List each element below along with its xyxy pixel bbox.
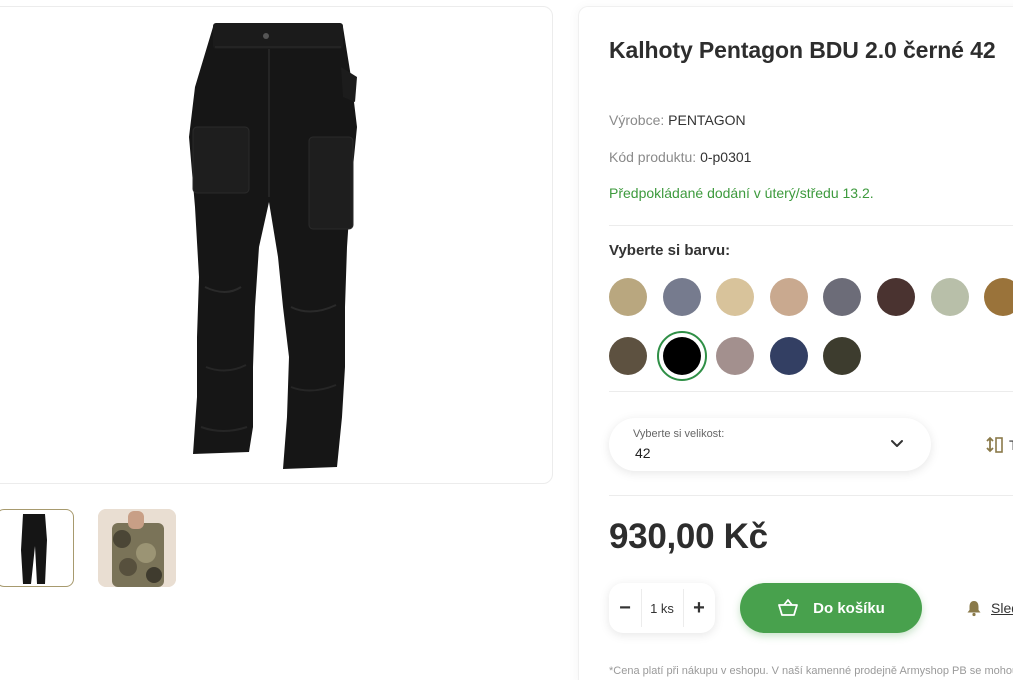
color-swatch-woodland-camo[interactable]: [609, 337, 647, 375]
thumbnail-camo-pants[interactable]: [98, 509, 176, 587]
color-swatch-tan[interactable]: [769, 278, 808, 316]
delivery-estimate: Předpokládané dodání v úterý/středu 13.2…: [609, 185, 874, 201]
color-swatch-desert-camo[interactable]: [716, 278, 755, 316]
quantity-stepper: − 1 ks +: [609, 583, 715, 633]
size-select-value: 42: [635, 445, 651, 461]
product-code-value: 0-p0301: [700, 149, 752, 165]
size-guide-link[interactable]: T: [1009, 437, 1013, 453]
manufacturer-row: Výrobce: PENTAGON: [609, 112, 746, 128]
manufacturer-label: Výrobce:: [609, 112, 665, 128]
pants-image: [189, 23, 357, 469]
divider: [609, 391, 1013, 392]
quantity-increase-button[interactable]: +: [683, 583, 715, 633]
color-swatch-multicam[interactable]: [609, 278, 647, 316]
size-select-label: Vyberte si velikost:: [633, 428, 725, 440]
product-code-label: Kód produktu:: [609, 149, 697, 165]
main-product-image[interactable]: [0, 6, 553, 484]
add-to-cart-label: Do košíku: [813, 599, 885, 617]
color-swatch-grey-blue[interactable]: [662, 278, 701, 316]
quantity-decrease-button[interactable]: −: [609, 583, 641, 633]
divider: [609, 225, 1013, 226]
size-guide-icon[interactable]: [985, 435, 1005, 455]
divider: [609, 495, 1013, 496]
price-footnote: *Cena platí při nákupu v eshopu. V naší …: [609, 665, 1013, 677]
size-select[interactable]: Vyberte si velikost: 42: [609, 418, 931, 471]
basket-icon: [778, 599, 799, 616]
bell-icon[interactable]: [965, 599, 983, 617]
color-swatch-urban-camo[interactable]: [716, 337, 755, 375]
thumbnail-black-pants[interactable]: [0, 509, 74, 587]
product-title: Kalhoty Pentagon BDU 2.0 černé 42: [609, 37, 996, 63]
product-page: Kalhoty Pentagon BDU 2.0 černé 42 Výrobc…: [0, 0, 1013, 680]
selected-swatch-fill: [662, 337, 701, 375]
color-swatch-coyote[interactable]: [984, 278, 1013, 316]
color-swatch-black[interactable]: [656, 331, 707, 381]
color-picker-label: Vyberte si barvu:: [609, 242, 731, 259]
color-swatch-navy[interactable]: [769, 337, 808, 375]
color-swatch-olive[interactable]: [823, 337, 862, 375]
camo-thumbnail-image: [98, 509, 176, 587]
chevron-down-icon: [891, 440, 903, 447]
product-detail-panel: Kalhoty Pentagon BDU 2.0 černé 42 Výrobc…: [578, 6, 1013, 680]
product-code-row: Kód produktu: 0-p0301: [609, 149, 751, 165]
pants-thumbnail-image: [21, 514, 47, 584]
quantity-value[interactable]: 1 ks: [641, 583, 683, 633]
color-swatch-digital-camo[interactable]: [930, 278, 969, 316]
color-swatch-brown[interactable]: [877, 278, 915, 316]
manufacturer-value: PENTAGON: [668, 112, 746, 128]
product-price: 930,00 Kč: [609, 517, 768, 556]
add-to-cart-button[interactable]: Do košíku: [740, 583, 922, 633]
color-swatch-wolf-grey[interactable]: [823, 278, 862, 316]
watch-product-link[interactable]: Sled: [991, 600, 1013, 616]
